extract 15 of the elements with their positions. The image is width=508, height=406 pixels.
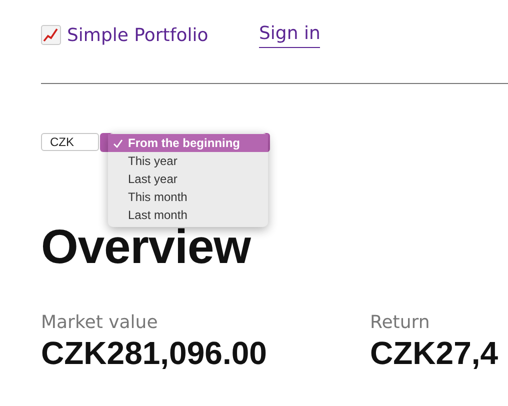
page-title: Overview xyxy=(41,224,252,272)
menu-item[interactable]: Last year xyxy=(108,170,268,188)
metric-value: CZK27,4 xyxy=(370,335,498,372)
sign-in-link[interactable]: Sign in xyxy=(259,22,320,48)
check-icon xyxy=(113,138,123,148)
menu-item[interactable]: This month xyxy=(108,188,268,206)
menu-item[interactable]: Last month xyxy=(108,206,268,224)
metric-label: Return xyxy=(370,312,431,333)
metric-label: Market value xyxy=(41,312,159,333)
currency-select[interactable]: CZK xyxy=(41,133,99,151)
logo-link[interactable]: Simple Portfolio xyxy=(67,24,208,46)
metric-value: CZK281,096.00 xyxy=(41,335,268,372)
chart-icon xyxy=(41,25,61,45)
menu-item[interactable]: From the beginning xyxy=(108,134,268,152)
menu-item[interactable]: This year xyxy=(108,152,268,170)
